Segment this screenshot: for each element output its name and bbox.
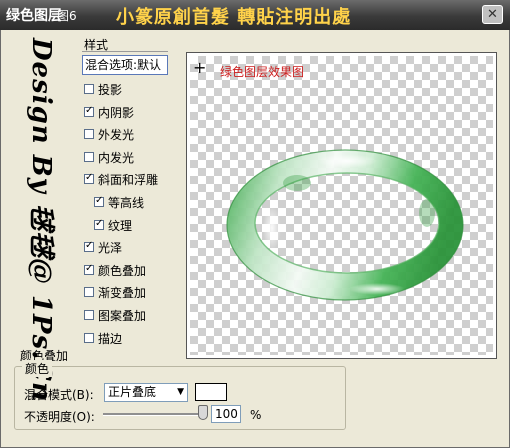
style-item[interactable]: 内阴影 <box>84 103 134 121</box>
style-item[interactable]: 内发光 <box>84 148 134 166</box>
style-item-label: 投影 <box>98 82 123 97</box>
window-title: 绿色图层 <box>6 8 62 24</box>
style-checkbox[interactable] <box>84 84 94 94</box>
style-item[interactable]: 颜色叠加 <box>84 261 146 279</box>
style-item-label: 渐变叠加 <box>98 285 147 300</box>
style-item-label: 外发光 <box>98 127 135 142</box>
opacity-label: 不透明度(O): <box>24 410 95 424</box>
style-item[interactable]: 渐变叠加 <box>84 283 146 301</box>
banner-text: 小篆原創首髮 轉貼注明出處 <box>116 7 352 28</box>
layer-style-dialog: 绿色图层 图6 小篆原創首髮 轉貼注明出處 ✕ Design By 毬毬@ 1P… <box>0 0 510 448</box>
style-checkbox[interactable] <box>84 333 94 343</box>
style-checkbox[interactable] <box>84 240 94 252</box>
signature-vertical: Design By 毬毬@ 1Ps.Cn <box>18 38 68 402</box>
style-item[interactable]: 投影 <box>84 80 122 98</box>
style-item-label: 光泽 <box>98 240 123 255</box>
style-item-label: 内发光 <box>98 150 135 165</box>
style-item-label: 图案叠加 <box>98 308 147 323</box>
style-item[interactable]: 外发光 <box>84 125 134 143</box>
blend-mode-label: 混合模式(B): <box>24 388 94 402</box>
style-checkbox[interactable] <box>84 310 94 320</box>
overlay-color-swatch[interactable] <box>195 383 227 401</box>
style-item-label: 内阴影 <box>98 105 135 120</box>
style-item[interactable]: 描边 <box>84 329 122 347</box>
blend-options-item[interactable]: 混合选项:默认 <box>82 55 168 75</box>
title-bar[interactable]: 绿色图层 图6 小篆原創首髮 轉貼注明出處 ✕ <box>0 0 510 30</box>
styles-divider <box>82 51 168 52</box>
blend-mode-select[interactable]: 正片叠底 ▼ <box>104 383 188 402</box>
style-item[interactable]: 光泽 <box>84 238 122 256</box>
opacity-slider-thumb[interactable] <box>198 405 208 420</box>
style-checkbox[interactable] <box>94 218 104 230</box>
preview-panel: + 绿色图层效果图 <box>186 52 497 359</box>
style-checkbox[interactable] <box>84 263 94 275</box>
opacity-unit: % <box>250 408 262 422</box>
style-item[interactable]: 图案叠加 <box>84 306 146 324</box>
jade-bangle-image <box>226 149 464 301</box>
style-item-label: 等高线 <box>108 195 145 210</box>
style-item-label: 纹理 <box>108 218 133 233</box>
style-item-label: 颜色叠加 <box>98 263 147 278</box>
blend-mode-value: 正片叠底 <box>108 385 157 399</box>
style-checkbox[interactable] <box>94 195 104 207</box>
style-checkbox[interactable] <box>84 287 94 297</box>
style-item-label: 描边 <box>98 331 123 346</box>
color-group-title: 颜色 <box>22 360 53 377</box>
close-icon[interactable]: ✕ <box>482 5 503 24</box>
style-checkbox[interactable] <box>84 105 94 117</box>
style-item[interactable]: 斜面和浮雕 <box>84 170 158 188</box>
opacity-input[interactable]: 100 <box>211 405 241 423</box>
dropdown-arrow-icon: ▼ <box>177 387 184 397</box>
window-subtitle: 图6 <box>57 9 77 23</box>
opacity-slider-track[interactable] <box>103 413 203 415</box>
style-checkbox[interactable] <box>84 129 94 139</box>
style-checkbox[interactable] <box>84 152 94 162</box>
style-item-label: 斜面和浮雕 <box>98 172 159 187</box>
style-item[interactable]: 纹理 <box>94 216 132 234</box>
style-item[interactable]: 等高线 <box>94 193 144 211</box>
style-checkbox[interactable] <box>84 172 94 184</box>
